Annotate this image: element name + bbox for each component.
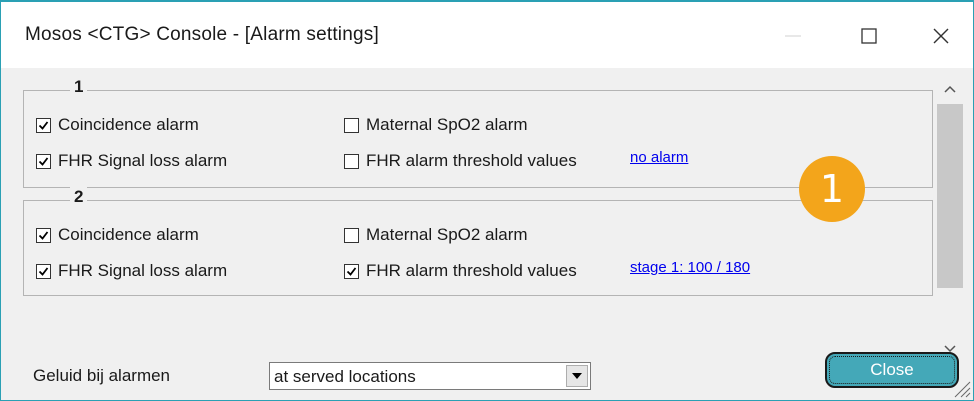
checkbox-checked[interactable] (36, 117, 51, 133)
coincidence-alarm-checkbox[interactable]: Coincidence alarm (36, 115, 199, 135)
checkbox-label: FHR alarm threshold values (366, 261, 577, 280)
close-button[interactable]: Close (825, 352, 959, 388)
fhr-threshold-checkbox[interactable]: FHR alarm threshold values (344, 261, 577, 281)
callout-badge: 1 (799, 156, 865, 222)
group-label: 1 (70, 77, 88, 97)
checkbox-unchecked[interactable] (344, 117, 359, 133)
checkbox-label: Coincidence alarm (58, 115, 199, 134)
location-group-2: 2 Coincidence alarm FHR Signal loss alar… (23, 187, 933, 296)
checkbox-checked[interactable] (344, 263, 359, 279)
checkbox-label: Maternal SpO2 alarm (366, 225, 528, 244)
fhr-signal-loss-checkbox[interactable]: FHR Signal loss alarm (36, 261, 227, 281)
minimize-icon (785, 35, 801, 37)
checkbox-unchecked[interactable] (344, 153, 359, 169)
checkbox-unchecked[interactable] (344, 227, 359, 243)
alarm-settings-window: Mosos <CTG> Console - [Alarm settings] 1 (0, 0, 974, 401)
vertical-scrollbar[interactable] (933, 78, 967, 360)
maximize-button[interactable] (845, 16, 893, 56)
close-icon (933, 28, 949, 44)
chevron-up-icon (944, 85, 956, 93)
checkbox-label: Coincidence alarm (58, 225, 199, 244)
threshold-link[interactable]: no alarm (630, 149, 688, 166)
coincidence-alarm-checkbox[interactable]: Coincidence alarm (36, 225, 199, 245)
window-title: Mosos <CTG> Console - [Alarm settings] (25, 24, 379, 45)
select-value: at served locations (274, 367, 416, 386)
fhr-signal-loss-checkbox[interactable]: FHR Signal loss alarm (36, 151, 227, 171)
fhr-threshold-checkbox[interactable]: FHR alarm threshold values (344, 151, 577, 171)
minimize-button[interactable] (769, 16, 817, 56)
checkbox-label: FHR alarm threshold values (366, 151, 577, 170)
sound-label: Geluid bij alarmen (33, 366, 171, 385)
client-area: 1 Coincidence alarm FHR Signal loss alar… (1, 68, 973, 400)
maternal-spo2-checkbox[interactable]: Maternal SpO2 alarm (344, 115, 528, 135)
checkbox-label: Maternal SpO2 alarm (366, 115, 528, 134)
scroll-up-button[interactable] (933, 78, 967, 100)
checkbox-label: FHR Signal loss alarm (58, 261, 228, 280)
scrollbar-thumb[interactable] (937, 104, 963, 288)
checkbox-label: FHR Signal loss alarm (58, 151, 228, 170)
threshold-link[interactable]: stage 1: 100 / 180 (630, 259, 750, 276)
group-label: 2 (70, 187, 88, 207)
checkbox-checked[interactable] (36, 153, 51, 169)
maternal-spo2-checkbox[interactable]: Maternal SpO2 alarm (344, 225, 528, 245)
dropdown-arrow-icon (572, 373, 582, 379)
checkbox-checked[interactable] (36, 263, 51, 279)
close-window-button[interactable] (917, 16, 965, 56)
maximize-icon (861, 28, 877, 44)
resize-grip-icon[interactable] (951, 378, 971, 398)
title-bar: Mosos <CTG> Console - [Alarm settings] (1, 2, 973, 68)
checkbox-checked[interactable] (36, 227, 51, 243)
sound-location-select[interactable]: at served locations (269, 362, 591, 390)
dropdown-button[interactable] (566, 365, 588, 387)
location-group-1: 1 Coincidence alarm FHR Signal loss alar… (23, 77, 933, 188)
